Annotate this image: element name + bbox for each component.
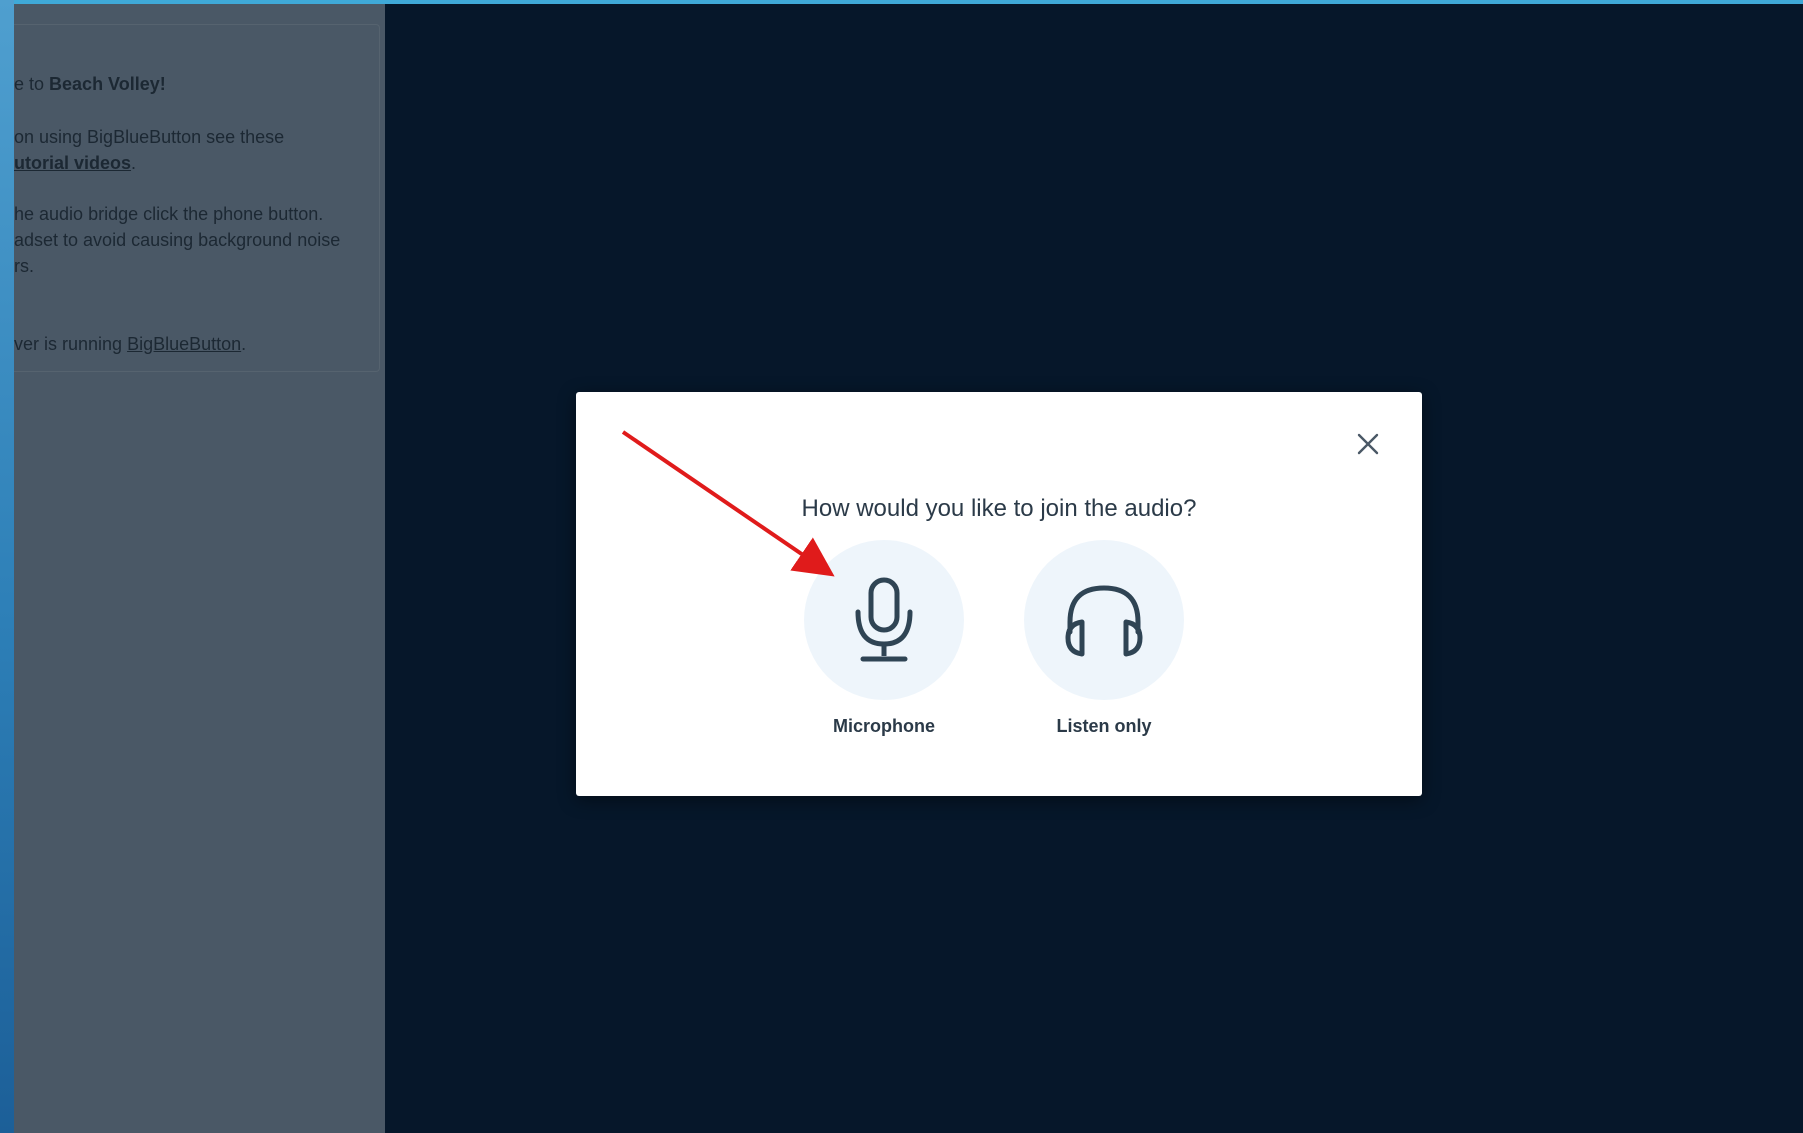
sidebar-panel: e to Beach Volley! on using BigBlueButto… — [14, 4, 385, 1133]
tutorial-videos-link[interactable]: utorial videos — [14, 153, 131, 173]
microphone-label: Microphone — [833, 716, 935, 736]
bigbluebutton-link[interactable]: BigBlueButton — [127, 334, 241, 354]
join-audio-modal: How would you like to join the audio? Mi… — [576, 392, 1422, 796]
listen-only-button[interactable]: Listen only — [1019, 540, 1189, 737]
listen-only-circle[interactable] — [1024, 540, 1184, 700]
audio-bridge-paragraph: he audio bridge click the phone button. … — [14, 204, 341, 276]
microphone-circle[interactable] — [804, 540, 964, 700]
headphones-icon — [1065, 585, 1143, 657]
tutorial-paragraph: on using BigBlueButton see these utorial… — [14, 127, 285, 173]
server-info-line: ver is running BigBlueButton. — [14, 334, 247, 354]
close-icon — [1357, 433, 1379, 455]
left-edge-strip — [0, 0, 14, 1133]
meeting-name: Beach Volley — [49, 74, 160, 94]
microphone-button[interactable]: Microphone — [799, 540, 969, 737]
welcome-message: e to Beach Volley! on using BigBlueButto… — [14, 24, 380, 372]
listen-only-label: Listen only — [1056, 716, 1152, 736]
microphone-icon — [855, 577, 913, 662]
welcome-line: e to Beach Volley! — [14, 74, 166, 94]
modal-title: How would you like to join the audio? — [801, 495, 1197, 522]
close-button[interactable] — [1350, 426, 1386, 462]
